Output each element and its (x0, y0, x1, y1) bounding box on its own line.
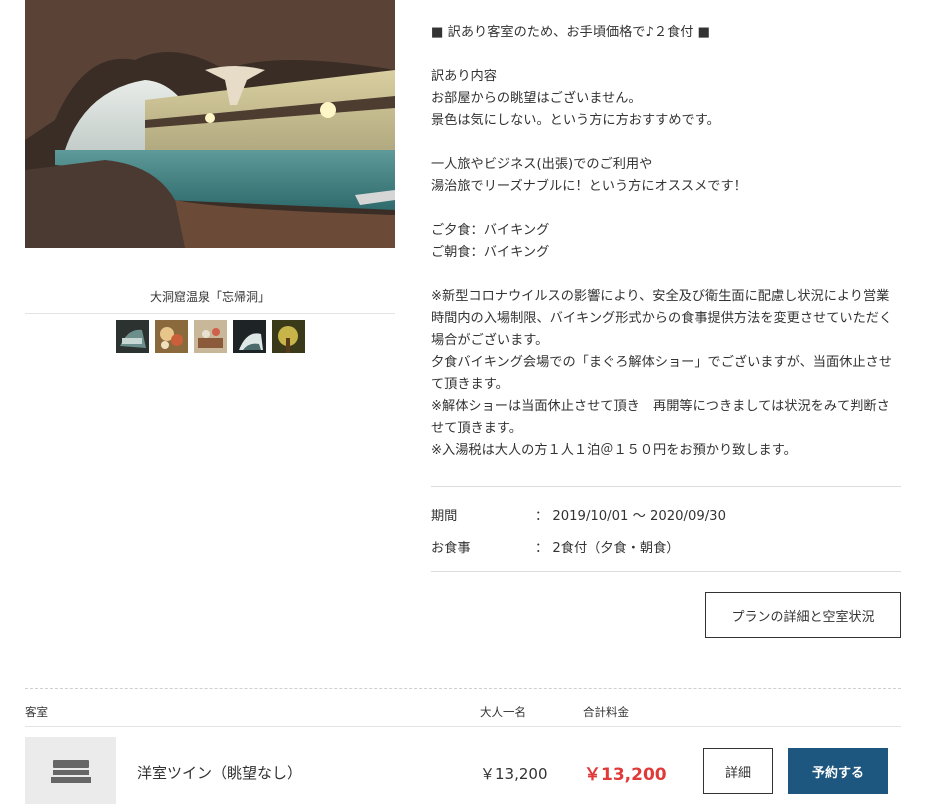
info-divider-bottom (431, 571, 901, 572)
section-dashed-divider (25, 688, 901, 689)
room-adult-price: ￥13,200 (480, 765, 548, 783)
description-line: 夕食バイキング会場での「まぐろ解体ショー」でございますが、当面休止させて頂きます… (431, 355, 892, 392)
plan-description: ■ 訳あり客室のため、お手頃価格で♪２食付 ■ 訳あり内容 お部屋からの眺望はご… (431, 22, 901, 462)
bed-icon (50, 759, 91, 783)
caption-divider (25, 313, 395, 314)
period-value: ： 2019/10/01 ～ 2020/09/30 (535, 509, 726, 524)
table-header-divider (25, 726, 901, 727)
room-name[interactable]: 洋室ツイン（眺望なし） (137, 762, 302, 783)
column-header-adult-price: 大人一名 (480, 705, 526, 719)
description-line: ※新型コロナウイルスの影響により、安全及び衛生面に配慮し状況により営業時間内の入… (431, 289, 893, 348)
meal-value: ： 2食付（夕食・朝食） (535, 541, 680, 556)
description-line: ※解体ショーは当面休止させて頂き 再開等につきましては状況をみて判断させて頂きま… (431, 399, 890, 436)
description-line: 一人旅やビジネス(出張)でのご利用や (431, 157, 653, 172)
period-label: 期間 (431, 509, 458, 524)
description-line: ご朝食：バイキング (431, 245, 550, 260)
thumbnail-dining[interactable] (194, 320, 227, 353)
description-line: 訳あり内容 (431, 69, 497, 84)
thumbnail-food-platter[interactable] (155, 320, 188, 353)
thumbnail-strip (116, 320, 305, 353)
description-line: 湯治旅でリーズナブルに！という方にオススメです！ (431, 179, 747, 194)
column-header-total: 合計料金 (583, 705, 629, 719)
description-line: 景色は気にしない。という方に方おすすめです。 (431, 113, 720, 128)
reserve-button[interactable]: 予約する (788, 748, 888, 794)
room-total-price: ￥13,200 (584, 765, 667, 785)
thumbnail-forest[interactable] (272, 320, 305, 353)
description-line: ■ 訳あり客室のため、お手頃価格で♪２食付 ■ (431, 25, 711, 40)
column-header-room: 客室 (25, 705, 48, 719)
room-detail-button[interactable]: 詳細 (703, 748, 773, 794)
photo-caption: 大洞窟温泉「忘帰洞」 (149, 290, 270, 304)
meal-label: お食事 (431, 541, 471, 556)
main-photo (25, 0, 395, 248)
description-line: ※入湯税は大人の方１人１泊＠１５０円をお預かり致します。 (431, 443, 797, 458)
thumbnail-cave-bath[interactable] (116, 320, 149, 353)
description-line: お部屋からの眺望はございません。 (431, 91, 642, 106)
description-line: ご夕食：バイキング (431, 223, 550, 238)
thumbnail-cave-view[interactable] (233, 320, 266, 353)
info-divider-top (431, 486, 901, 487)
room-thumbnail (25, 737, 116, 804)
plan-details-button[interactable]: プランの詳細と空室状況 (705, 592, 901, 638)
